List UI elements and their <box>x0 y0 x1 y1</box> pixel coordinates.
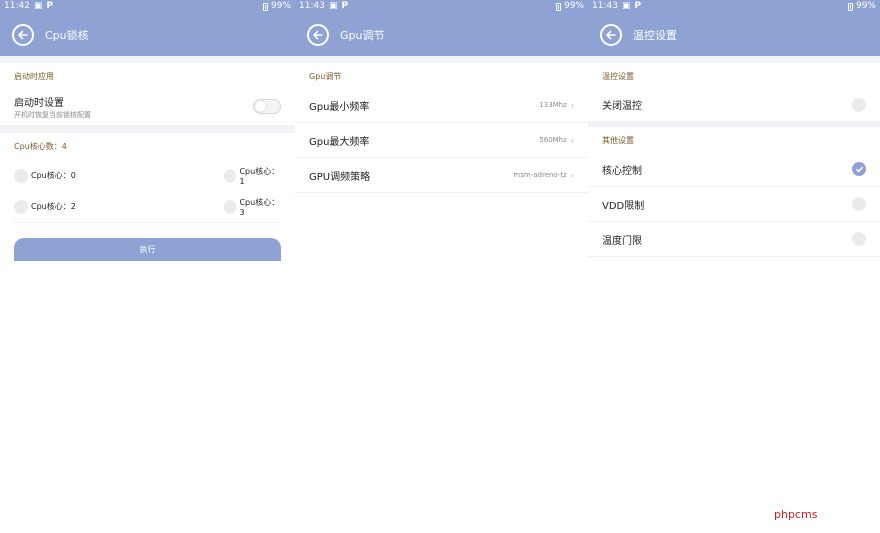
image-icon: ▣ <box>33 1 43 11</box>
divider <box>295 56 588 63</box>
core-label: Cpu核心：3 <box>239 197 280 217</box>
app-bar: Cpu锁核 <box>0 13 295 56</box>
row-value: 133Mhz <box>539 101 567 109</box>
row-value: msm-adreno-tz <box>513 171 567 179</box>
radio-icon <box>14 168 28 183</box>
row-label: Gpu最小频率 <box>309 101 370 113</box>
row-label: Gpu最大频率 <box>309 136 370 148</box>
arrow-left-icon <box>313 30 323 39</box>
thermal-settings-panel: 11:43 ▣ P 99% 温控设置 温控设置 关闭温控 其他设置 核心控制 V… <box>588 0 880 533</box>
battery-percent: 99% <box>855 1 876 11</box>
battery-icon <box>555 2 561 11</box>
row-value: 560Mhz <box>539 136 567 144</box>
p-icon: P <box>341 1 349 11</box>
row-label: 温度门限 <box>602 235 642 247</box>
radio-icon <box>223 168 237 183</box>
row-label: VDD限制 <box>602 200 645 212</box>
p-icon: P <box>46 1 54 11</box>
gpu-tuning-panel: 11:43 ▣ P 99% Gpu调节 Gpu调节 Gpu最小频率 133Mhz… <box>295 0 588 533</box>
divider <box>0 56 295 63</box>
core-control-row[interactable]: 核心控制 <box>588 152 880 187</box>
battery-percent: 99% <box>270 1 291 11</box>
status-time: 11:43 <box>299 1 325 11</box>
radio-icon <box>14 199 28 214</box>
divider <box>0 125 295 133</box>
page-title: Gpu调节 <box>340 28 385 42</box>
boot-setting-toggle[interactable] <box>253 99 281 114</box>
core-option-0[interactable]: Cpu核心：0 <box>14 160 148 191</box>
status-bar: 11:43 ▣ P 99% <box>295 0 588 13</box>
battery-icon <box>262 2 268 11</box>
radio-icon <box>223 199 237 214</box>
app-bar: Gpu调节 <box>295 13 588 56</box>
arrow-left-icon <box>18 30 28 39</box>
core-option-1[interactable]: Cpu核心：1 <box>148 160 282 191</box>
cpu-lock-panel: 11:42 ▣ P 99% Cpu锁核 启动时应用 启动时设置 开机时恢复当前锁… <box>0 0 295 533</box>
row-label: 关闭温控 <box>602 101 642 112</box>
image-icon: ▣ <box>621 1 631 11</box>
arrow-left-icon <box>606 30 616 39</box>
chevron-right-icon: › <box>570 170 574 180</box>
core-label: Cpu核心：1 <box>239 166 280 186</box>
check-icon <box>855 166 863 172</box>
image-icon: ▣ <box>328 1 338 11</box>
gpu-governor-row[interactable]: GPU调频策略 msm-adreno-tz › <box>295 158 588 193</box>
section-header: Gpu调节 <box>309 72 342 81</box>
boot-setting-text: 启动时设置 开机时恢复当前锁核配置 <box>14 94 253 120</box>
section-header: Cpu核心数：4 <box>14 142 67 151</box>
gpu-min-freq-row[interactable]: Gpu最小频率 133Mhz › <box>295 88 588 123</box>
row-label: GPU调频策略 <box>309 171 371 183</box>
temp-threshold-row[interactable]: 温度门限 <box>588 222 880 257</box>
row-label: 核心控制 <box>602 165 642 177</box>
checkbox-icon[interactable] <box>852 197 866 211</box>
battery-percent: 99% <box>563 1 584 11</box>
checkbox-icon[interactable] <box>852 232 866 246</box>
boot-setting-label: 启动时设置 <box>14 97 64 109</box>
page-title: Cpu锁核 <box>45 28 89 42</box>
execute-button[interactable]: 执行 <box>14 238 281 261</box>
section-header: 启动时应用 <box>14 72 54 81</box>
core-option-3[interactable]: Cpu核心：3 <box>148 191 282 222</box>
section-header: 温控设置 <box>602 72 634 81</box>
status-bar: 11:43 ▣ P 99% <box>588 0 880 13</box>
checkbox-checked-icon[interactable] <box>852 162 866 176</box>
back-button[interactable] <box>307 23 329 46</box>
back-button[interactable] <box>12 23 34 46</box>
core-label: Cpu核心：0 <box>31 171 76 180</box>
status-bar: 11:42 ▣ P 99% <box>0 0 295 13</box>
battery-icon <box>847 2 853 11</box>
chevron-right-icon: › <box>570 100 574 110</box>
page-title: 温控设置 <box>633 28 677 42</box>
vdd-limit-row[interactable]: VDD限制 <box>588 187 880 222</box>
disable-thermal-row[interactable]: 关闭温控 <box>588 88 880 121</box>
boot-setting-desc: 开机时恢复当前锁核配置 <box>14 110 91 119</box>
chevron-right-icon: › <box>570 135 574 145</box>
core-grid: Cpu核心：0 Cpu核心：1 Cpu核心：2 Cpu核心：3 <box>0 158 295 222</box>
back-button[interactable] <box>600 23 622 46</box>
core-option-2[interactable]: Cpu核心：2 <box>14 191 148 222</box>
app-bar: 温控设置 <box>588 13 880 56</box>
status-time: 11:42 <box>4 1 30 11</box>
checkbox-icon[interactable] <box>852 97 866 112</box>
toggle-knob <box>255 101 266 112</box>
divider <box>588 56 880 63</box>
status-time: 11:43 <box>592 1 618 11</box>
gpu-max-freq-row[interactable]: Gpu最大频率 560Mhz › <box>295 123 588 158</box>
core-label: Cpu核心：2 <box>31 202 76 211</box>
boot-setting-row[interactable]: 启动时设置 开机时恢复当前锁核配置 <box>0 88 295 125</box>
divider <box>14 222 281 223</box>
p-icon: P <box>634 1 642 11</box>
watermark: phpcms <box>774 508 818 521</box>
section-header: 其他设置 <box>602 136 634 145</box>
